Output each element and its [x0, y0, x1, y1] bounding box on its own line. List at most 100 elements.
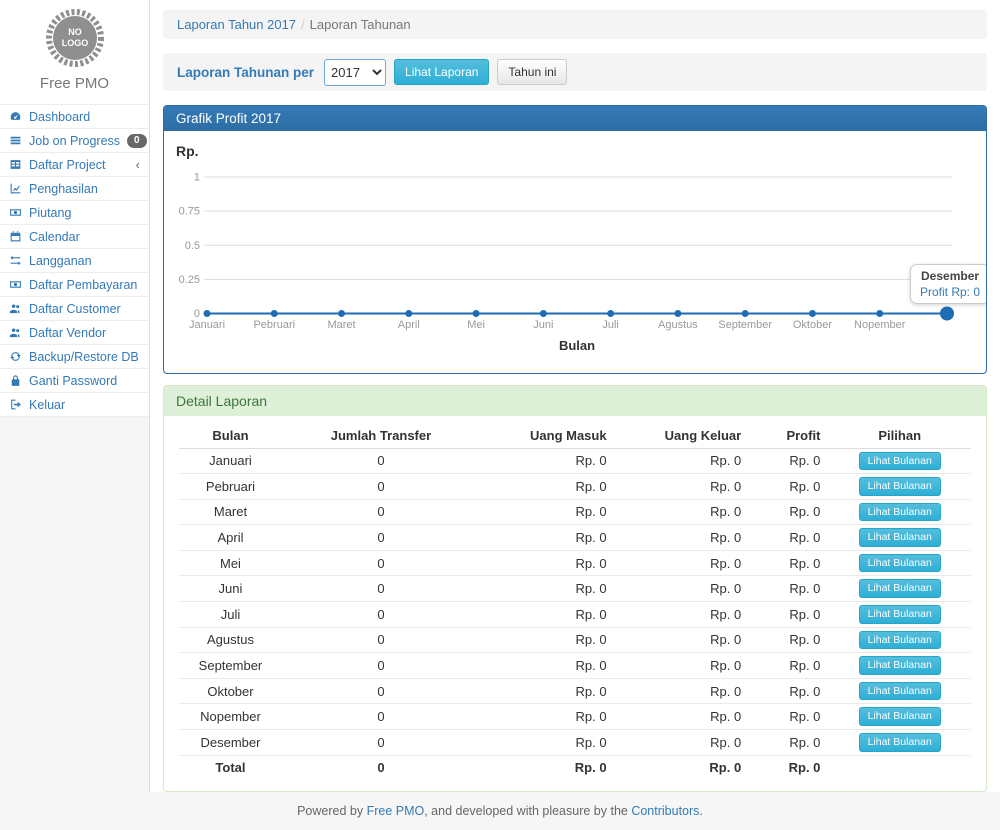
sidebar-item-ganti-password[interactable]: Ganti Password	[0, 369, 149, 393]
column-header: Pilihan	[828, 424, 971, 448]
table-row: September0Rp. 0Rp. 0Rp. 0Lihat Bulanan	[179, 653, 971, 679]
lihat-laporan-button[interactable]: Lihat Laporan	[394, 59, 489, 85]
users-icon	[9, 302, 22, 315]
footer-text: Powered by	[297, 804, 366, 818]
sidebar-item-label: Daftar Customer	[29, 302, 121, 316]
total-profit: Rp. 0	[749, 755, 828, 779]
svg-text:September: September	[718, 319, 772, 331]
cell-uang-masuk: Rp. 0	[480, 525, 615, 551]
table-row: April0Rp. 0Rp. 0Rp. 0Lihat Bulanan	[179, 525, 971, 551]
lihat-bulanan-button[interactable]: Lihat Bulanan	[859, 554, 941, 573]
lihat-bulanan-button[interactable]: Lihat Bulanan	[859, 579, 941, 598]
svg-text:Januari: Januari	[189, 319, 225, 331]
profit-chart-panel: Grafik Profit 2017 00.250.50.751Rp.Janua…	[163, 105, 987, 374]
lihat-bulanan-button[interactable]: Lihat Bulanan	[859, 707, 941, 726]
report-toolbar: Laporan Tahunan per 2017 Lihat Laporan T…	[163, 53, 987, 91]
sidebar-item-daftar-vendor[interactable]: Daftar Vendor	[0, 321, 149, 345]
profit-line-chart: 00.250.50.751Rp.JanuariPebruariMaretApri…	[164, 131, 986, 373]
lihat-bulanan-button[interactable]: Lihat Bulanan	[859, 503, 941, 522]
cell-bulan: Agustus	[179, 627, 282, 653]
count-badge: 0	[127, 134, 147, 148]
cell-profit: Rp. 0	[749, 448, 828, 474]
chart-panel-title: Grafik Profit 2017	[164, 106, 986, 131]
sidebar-item-label: Daftar Vendor	[29, 326, 106, 340]
chart-tooltip: Desember Profit Rp: 0	[910, 264, 986, 304]
lihat-bulanan-button[interactable]: Lihat Bulanan	[859, 733, 941, 752]
svg-text:April: April	[398, 319, 420, 331]
table-header-row: BulanJumlah TransferUang MasukUang Kelua…	[179, 424, 971, 448]
sidebar-item-langganan[interactable]: Langganan	[0, 249, 149, 273]
lihat-bulanan-button[interactable]: Lihat Bulanan	[859, 682, 941, 701]
cell-bulan: Desember	[179, 730, 282, 756]
cell-uang-keluar: Rp. 0	[615, 499, 750, 525]
table-row: Maret0Rp. 0Rp. 0Rp. 0Lihat Bulanan	[179, 499, 971, 525]
svg-text:0.75: 0.75	[179, 206, 200, 218]
cell-uang-masuk: Rp. 0	[480, 499, 615, 525]
svg-text:0.25: 0.25	[179, 274, 200, 286]
sidebar-item-label: Langganan	[29, 254, 92, 268]
cell-pilihan: Lihat Bulanan	[828, 653, 971, 679]
svg-text:Agustus: Agustus	[658, 319, 698, 331]
cell-uang-keluar: Rp. 0	[615, 474, 750, 500]
lihat-bulanan-button[interactable]: Lihat Bulanan	[859, 631, 941, 650]
cell-uang-keluar: Rp. 0	[615, 653, 750, 679]
breadcrumb-link[interactable]: Laporan Tahun 2017	[177, 17, 296, 32]
cell-profit: Rp. 0	[749, 576, 828, 602]
cell-jumlah-transfer: 0	[282, 678, 480, 704]
cell-pilihan: Lihat Bulanan	[828, 550, 971, 576]
svg-text:LOGO: LOGO	[61, 38, 88, 48]
tahun-ini-button[interactable]: Tahun ini	[497, 59, 567, 85]
sidebar-item-piutang[interactable]: Piutang	[0, 201, 149, 225]
sidebar-item-label: Calendar	[29, 230, 80, 244]
breadcrumb-current: Laporan Tahunan	[310, 17, 411, 32]
cell-profit: Rp. 0	[749, 525, 828, 551]
brand-name: Free PMO	[0, 75, 149, 98]
table-row: Desember0Rp. 0Rp. 0Rp. 0Lihat Bulanan	[179, 730, 971, 756]
lihat-bulanan-button[interactable]: Lihat Bulanan	[859, 656, 941, 675]
sidebar-column: NO LOGO Free PMO DashboardJob on Progres…	[0, 0, 149, 792]
sidebar-item-label: Backup/Restore DB	[29, 350, 139, 364]
sidebar-item-keluar[interactable]: Keluar	[0, 393, 149, 417]
cell-pilihan: Lihat Bulanan	[828, 525, 971, 551]
page: NO LOGO Free PMO DashboardJob on Progres…	[0, 0, 1000, 792]
cell-bulan: September	[179, 653, 282, 679]
lihat-bulanan-button[interactable]: Lihat Bulanan	[859, 528, 941, 547]
sidebar-item-daftar-customer[interactable]: Daftar Customer	[0, 297, 149, 321]
cell-uang-masuk: Rp. 0	[480, 678, 615, 704]
sidebar-item-daftar-pembayaran[interactable]: Daftar Pembayaran	[0, 273, 149, 297]
table-row: Agustus0Rp. 0Rp. 0Rp. 0Lihat Bulanan	[179, 627, 971, 653]
column-header: Uang Keluar	[615, 424, 750, 448]
sidebar-item-backup-restore-db[interactable]: Backup/Restore DB	[0, 345, 149, 369]
cell-uang-keluar: Rp. 0	[615, 602, 750, 628]
lihat-bulanan-button[interactable]: Lihat Bulanan	[859, 605, 941, 624]
cell-jumlah-transfer: 0	[282, 704, 480, 730]
cell-uang-keluar: Rp. 0	[615, 525, 750, 551]
sidebar-item-label: Piutang	[29, 206, 71, 220]
total-uang-keluar: Rp. 0	[615, 755, 750, 779]
cell-bulan: Juni	[179, 576, 282, 602]
chart-tooltip-title: Desember	[920, 269, 980, 283]
lihat-bulanan-button[interactable]: Lihat Bulanan	[859, 477, 941, 496]
contributors-link[interactable]: Contributors	[631, 804, 699, 818]
cell-pilihan: Lihat Bulanan	[828, 499, 971, 525]
column-header: Uang Masuk	[480, 424, 615, 448]
exchange-icon	[9, 254, 22, 267]
free-pmo-link[interactable]: Free PMO	[367, 804, 425, 818]
sidebar-item-job-on-progress[interactable]: Job on Progress0	[0, 129, 149, 153]
sidebar: NO LOGO Free PMO DashboardJob on Progres…	[0, 0, 149, 417]
sidebar-item-label: Daftar Project	[29, 158, 105, 172]
sidebar-item-daftar-project[interactable]: Daftar Project‹	[0, 153, 149, 177]
lihat-bulanan-button[interactable]: Lihat Bulanan	[859, 452, 941, 471]
sidebar-item-dashboard[interactable]: Dashboard	[0, 105, 149, 129]
cell-uang-masuk: Rp. 0	[480, 730, 615, 756]
svg-text:1: 1	[194, 172, 200, 184]
cell-uang-keluar: Rp. 0	[615, 576, 750, 602]
sidebar-item-label: Dashboard	[29, 110, 90, 124]
year-select[interactable]: 2017	[324, 59, 386, 86]
signout-icon	[9, 398, 22, 411]
cell-pilihan: Lihat Bulanan	[828, 602, 971, 628]
sidebar-item-calendar[interactable]: Calendar	[0, 225, 149, 249]
column-header: Profit	[749, 424, 828, 448]
sidebar-item-penghasilan[interactable]: Penghasilan	[0, 177, 149, 201]
cell-profit: Rp. 0	[749, 678, 828, 704]
